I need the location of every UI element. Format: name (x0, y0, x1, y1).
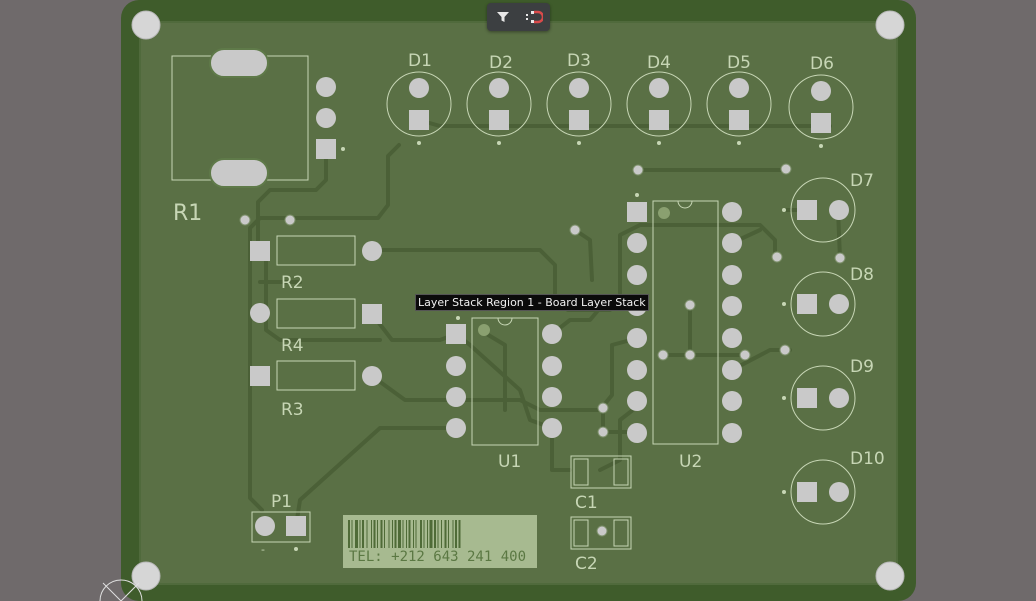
barcode-bar (420, 520, 422, 548)
barcode-bar (377, 520, 378, 548)
barcode-bar (371, 520, 372, 548)
label-u1: U1 (498, 452, 521, 472)
barcode-bar (406, 520, 407, 548)
barcode-bar (415, 520, 417, 548)
label-p1-minus: - (261, 543, 265, 556)
barcode-bar (452, 520, 454, 548)
barcode-bar (437, 520, 439, 548)
barcode-bar (458, 520, 461, 548)
barcode-bar (413, 520, 414, 548)
label-d7: D7 (850, 171, 874, 191)
label-p1: P1 (271, 492, 292, 512)
label-d10: D10 (850, 449, 885, 469)
label-d8: D8 (850, 265, 874, 285)
barcode-bar (384, 520, 385, 548)
barcode-bar (351, 520, 353, 548)
label-d1: D1 (408, 51, 432, 71)
filter-button[interactable] (492, 6, 514, 28)
label-d3: D3 (567, 51, 591, 71)
barcode-bar (423, 520, 425, 548)
barcode-bar (373, 520, 376, 548)
label-c1: C1 (575, 493, 598, 513)
snap-button[interactable] (523, 6, 545, 28)
barcode-text: TEL: +212 643 241 400 (349, 549, 526, 565)
label-d9: D9 (850, 357, 874, 377)
barcode-bar (455, 520, 457, 548)
barcode-bar (448, 520, 449, 548)
barcode-bar (394, 520, 397, 548)
barcode-bar (359, 520, 361, 548)
label-d6: D6 (810, 54, 834, 74)
label-u2: U2 (679, 452, 702, 472)
barcode-bar (434, 520, 436, 548)
barcode-bar (429, 520, 433, 548)
label-r1: R1 (173, 201, 202, 226)
barcode-bar (444, 520, 447, 548)
barcode-bar (392, 520, 393, 548)
layer-stack-tooltip: Layer Stack Region 1 - Board Layer Stack (415, 294, 649, 311)
barcode-bar (441, 520, 442, 548)
barcode-bar (362, 520, 364, 548)
label-c2: C2 (575, 554, 598, 574)
floating-toolbar (487, 3, 550, 31)
filter-icon (496, 12, 509, 22)
label-r4: R4 (281, 336, 304, 356)
barcode-bar (388, 520, 390, 548)
label-r3: R3 (281, 400, 304, 420)
barcode-bar (380, 520, 383, 548)
barcode-bar (366, 520, 368, 548)
barcode-bar (398, 520, 401, 548)
barcode-bar (402, 520, 404, 548)
barcode-bar (355, 520, 358, 548)
barcode-bar (348, 520, 350, 548)
label-d5: D5 (727, 53, 751, 73)
magnet-snap-icon (526, 10, 544, 24)
label-d4: D4 (647, 53, 671, 73)
barcode-bar (408, 520, 411, 548)
barcode-bar (427, 520, 428, 548)
label-d2: D2 (489, 53, 513, 73)
label-r2: R2 (281, 273, 304, 293)
